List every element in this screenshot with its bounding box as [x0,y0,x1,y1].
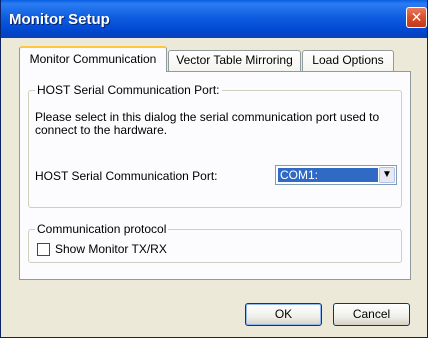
show-monitor-txrx-checkbox[interactable] [37,243,50,256]
tab-monitor-communication[interactable]: Monitor Communication [19,46,167,72]
protocol-group-title: Communication protocol [35,222,169,236]
close-icon: ✕ [410,9,423,25]
window-title: Monitor Setup [9,11,110,28]
close-button[interactable]: ✕ [406,7,427,28]
show-monitor-txrx-label[interactable]: Show Monitor TX/RX [55,242,167,256]
port-select[interactable]: COM1: ▼ [275,165,397,185]
host-port-group: HOST Serial Communication Port: Please s… [28,83,402,208]
title-bar[interactable]: Monitor Setup ✕ [1,0,427,38]
host-port-group-title: HOST Serial Communication Port: [35,83,222,97]
tab-load-options[interactable]: Load Options [302,50,394,71]
tab-panel-monitor-communication: HOST Serial Communication Port: Please s… [19,71,411,280]
port-select-value: COM1: [278,168,378,182]
port-description: Please select in this dialog the serial … [35,110,380,137]
ok-button[interactable]: OK [245,303,322,326]
chevron-down-icon[interactable]: ▼ [379,167,395,183]
monitor-setup-dialog: Monitor Setup ✕ Monitor Communication Ve… [0,0,428,338]
cancel-button[interactable]: Cancel [333,303,410,326]
port-label: HOST Serial Communication Port: [35,169,218,183]
protocol-group: Communication protocol Show Monitor TX/R… [28,222,402,263]
tab-vector-table-mirroring[interactable]: Vector Table Mirroring [168,50,301,71]
